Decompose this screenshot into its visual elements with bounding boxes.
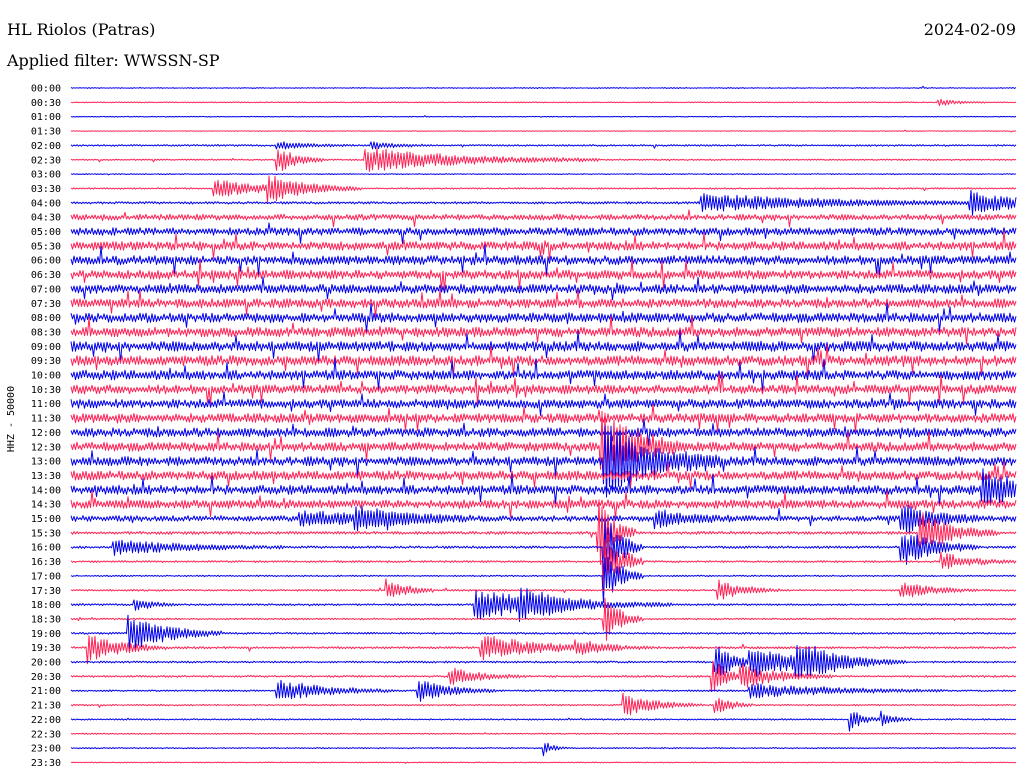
trace-line-2130 [70, 692, 1017, 716]
trace-line-0300 [70, 173, 1017, 176]
time-tick-label: 05:30 [31, 241, 61, 252]
time-tick-label: 17:30 [31, 586, 61, 597]
trace-line-2200 [70, 710, 1017, 732]
time-tick-label: 18:00 [31, 600, 61, 611]
trace-line-0230 [70, 147, 1017, 172]
trace-line-1700 [70, 556, 1017, 603]
trace-line-1430 [70, 490, 1017, 519]
trace-line-0200 [70, 141, 1017, 150]
time-tick-label: 13:30 [31, 471, 61, 482]
trace-line-1900 [70, 614, 1017, 653]
time-tick-label: 21:30 [31, 701, 61, 712]
trace-line-0330 [70, 175, 1017, 203]
time-tick-label: 08:30 [31, 327, 61, 338]
trace-line-0700 [70, 276, 1017, 301]
time-tick-label: 20:00 [31, 658, 61, 669]
trace-line-1130 [70, 403, 1017, 433]
time-tick-label: 17:00 [31, 571, 61, 582]
trace-line-1600 [70, 520, 1017, 581]
time-tick-label: 04:30 [31, 213, 61, 224]
time-tick-label: 22:00 [31, 715, 61, 726]
time-tick-label: 22:30 [31, 729, 61, 740]
time-tick-label: 16:30 [31, 557, 61, 568]
time-tick-label: 00:00 [31, 84, 61, 95]
time-tick-label: 19:00 [31, 629, 61, 640]
time-tick-label: 08:00 [31, 313, 61, 324]
time-tick-label: 02:00 [31, 141, 61, 152]
trace-line-1500 [70, 504, 1017, 533]
time-tick-label: 14:30 [31, 500, 61, 511]
time-tick-label: 03:30 [31, 184, 61, 195]
time-tick-label: 21:00 [31, 686, 61, 697]
trace-line-1630 [70, 534, 1017, 597]
time-tick-label: 07:30 [31, 299, 61, 310]
time-tick-label: 16:00 [31, 543, 61, 554]
time-tick-label: 07:00 [31, 284, 61, 295]
trace-line-0100 [70, 115, 1017, 118]
time-tick-label: 01:30 [31, 127, 61, 138]
time-tick-label: 14:00 [31, 485, 61, 496]
trace-line-0030 [70, 98, 1017, 107]
trace-line-1030 [70, 373, 1017, 406]
time-tick-label: 11:00 [31, 399, 61, 410]
trace-line-2030 [70, 660, 1017, 691]
time-tick-label: 19:30 [31, 643, 61, 654]
trace-line-1730 [70, 578, 1017, 600]
time-tick-label: 09:30 [31, 356, 61, 367]
trace-line-0130 [70, 129, 1017, 133]
time-tick-label: 04:00 [31, 198, 61, 209]
trace-line-2330 [70, 761, 1017, 764]
time-tick-label: 03:00 [31, 170, 61, 181]
trace-line-1530 [70, 499, 1017, 565]
time-tick-label: 01:00 [31, 112, 61, 123]
time-tick-label: 09:00 [31, 342, 61, 353]
time-tick-label: 15:30 [31, 528, 61, 539]
time-tick-labels: 00:00 00:30 01:00 01:30 02:00 02:30 03:00 03:30… [31, 84, 61, 769]
trace-line-1800 [70, 587, 1017, 622]
helicorder-plot: 00:00 00:30 01:00 01:30 02:00 02:30 03:00 03:30… [31, 84, 1017, 769]
trace-line-0530 [70, 230, 1017, 260]
trace-line-0430 [70, 209, 1017, 228]
trace-line-1230 [70, 410, 1017, 478]
trace-line-1100 [70, 391, 1017, 416]
trace-line-0000 [70, 85, 1017, 89]
time-tick-label: 00:30 [31, 98, 61, 109]
time-tick-label: 12:30 [31, 442, 61, 453]
trace-line-0500 [70, 222, 1017, 245]
trace-line-2230 [70, 732, 1017, 735]
time-tick-label: 23:00 [31, 744, 61, 755]
time-tick-label: 06:00 [31, 256, 61, 267]
time-tick-label: 15:00 [31, 514, 61, 525]
seismic-traces [70, 85, 1017, 764]
time-tick-label: 10:00 [31, 371, 61, 382]
time-tick-label: 13:00 [31, 457, 61, 468]
trace-line-1200 [70, 418, 1017, 447]
time-tick-label: 20:30 [31, 672, 61, 683]
time-tick-label: 23:30 [31, 758, 61, 769]
time-tick-label: 06:30 [31, 270, 61, 281]
trace-line-0800 [70, 302, 1017, 333]
time-tick-label: 11:30 [31, 414, 61, 425]
trace-line-2300 [70, 742, 1017, 757]
trace-line-0730 [70, 289, 1017, 318]
time-tick-label: 02:30 [31, 155, 61, 166]
time-tick-label: 05:00 [31, 227, 61, 238]
time-tick-label: 12:00 [31, 428, 61, 439]
time-tick-label: 10:30 [31, 385, 61, 396]
trace-line-1930 [70, 635, 1017, 665]
time-tick-label: 18:30 [31, 614, 61, 625]
trace-line-2100 [70, 679, 1017, 702]
